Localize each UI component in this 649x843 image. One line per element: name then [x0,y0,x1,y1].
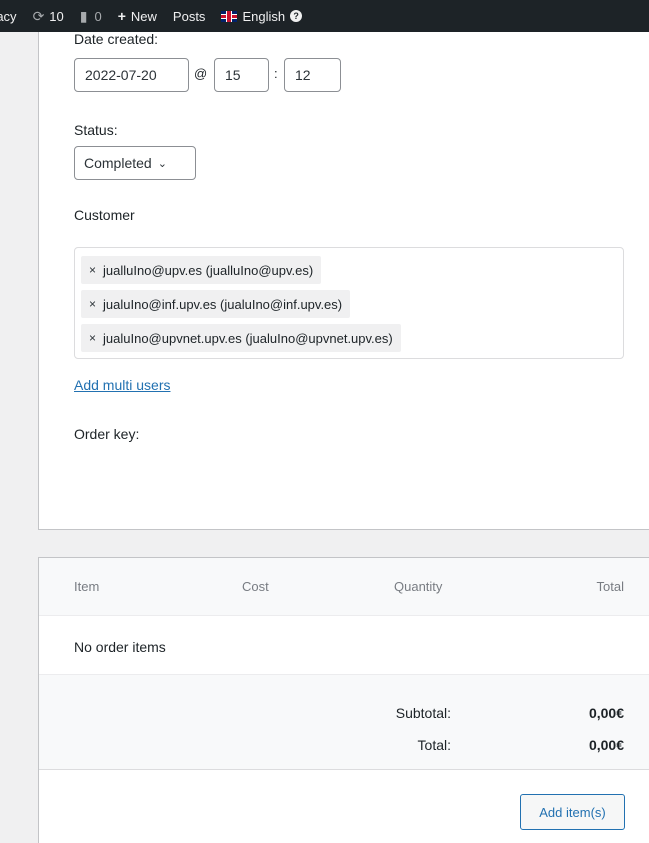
add-multi-users-link[interactable]: Add multi users [74,377,170,393]
items-table-header: Item Cost Quantity Total [39,558,649,616]
total-label: Total: [417,737,451,753]
chevron-down-icon: ⌄ [157,157,167,170]
customer-token: × jualluIno@upv.es (jualluIno@upv.es) [81,256,322,284]
customer-token: × jualuIno@inf.upv.es (jualuIno@inf.upv.… [81,290,351,318]
subtotal-value: 0,00€ [588,705,624,721]
column-header-item: Item [74,579,100,594]
status-label: Status: [74,122,118,138]
empty-items-message: No order items [74,639,166,655]
order-totals: Subtotal: 0,00€ Total: 0,00€ [39,674,649,770]
language-switcher[interactable]: English ? [213,0,310,32]
updates-count: 10 [49,8,64,24]
order-key-label: Order key: [74,426,140,442]
customer-token: × jualuIno@upvnet.upv.es (jualuIno@upvne… [81,324,401,352]
add-items-button[interactable]: Add item(s) [520,794,625,830]
uk-flag-icon [221,10,238,22]
column-header-quantity: Quantity [394,579,443,594]
language-label: English [242,8,286,24]
comment-icon: ▮ [79,7,88,24]
column-header-total: Total [596,579,624,594]
status-select[interactable]: Completed ⌄ [74,146,196,180]
status-value: Completed [84,155,152,171]
column-header-cost: Cost [242,579,269,594]
total-value: 0,00€ [588,737,624,753]
customer-token-label: jualluIno@upv.es (jualluIno@upv.es) [103,262,314,278]
refresh-icon: ⟳ [32,7,45,24]
admin-bar: racy ⟳ 10 ▮ 0 + New Posts English ? [0,0,649,32]
customer-token-label: jualuIno@upvnet.upv.es (jualuIno@upvnet.… [103,330,393,346]
order-items-panel: Item Cost Quantity Total No order items … [38,557,649,843]
customer-token-label: jualuIno@inf.upv.es (jualuIno@inf.upv.es… [103,296,343,312]
customer-label: Customer [74,207,135,223]
plus-icon: + [117,8,126,24]
subtotal-label: Subtotal: [395,705,451,721]
date-created-input[interactable]: 2022-07-20 [74,58,189,92]
updates-link[interactable]: ⟳ 10 [25,0,72,32]
posts-link[interactable]: Posts [165,0,214,32]
site-name-link[interactable]: racy [0,0,25,32]
hour-input[interactable]: 15 [214,58,269,92]
date-created-label: Date created: [74,31,159,47]
colon-separator: : [274,66,278,81]
customer-multiselect[interactable]: × jualluIno@upv.es (jualluIno@upv.es) × … [74,247,624,359]
remove-token-icon[interactable]: × [89,331,96,345]
comments-count: 0 [94,8,102,24]
at-separator: @ [194,66,208,81]
comments-link[interactable]: ▮ 0 [72,0,110,32]
minute-input[interactable]: 12 [284,58,341,92]
remove-token-icon[interactable]: × [89,263,96,277]
new-label: New [130,8,157,24]
question-icon: ? [290,10,303,22]
remove-token-icon[interactable]: × [89,297,96,311]
new-content-link[interactable]: + New [110,0,165,32]
order-data-panel: Date created: 2022-07-20 @ 15 : 12 Statu… [38,0,649,530]
